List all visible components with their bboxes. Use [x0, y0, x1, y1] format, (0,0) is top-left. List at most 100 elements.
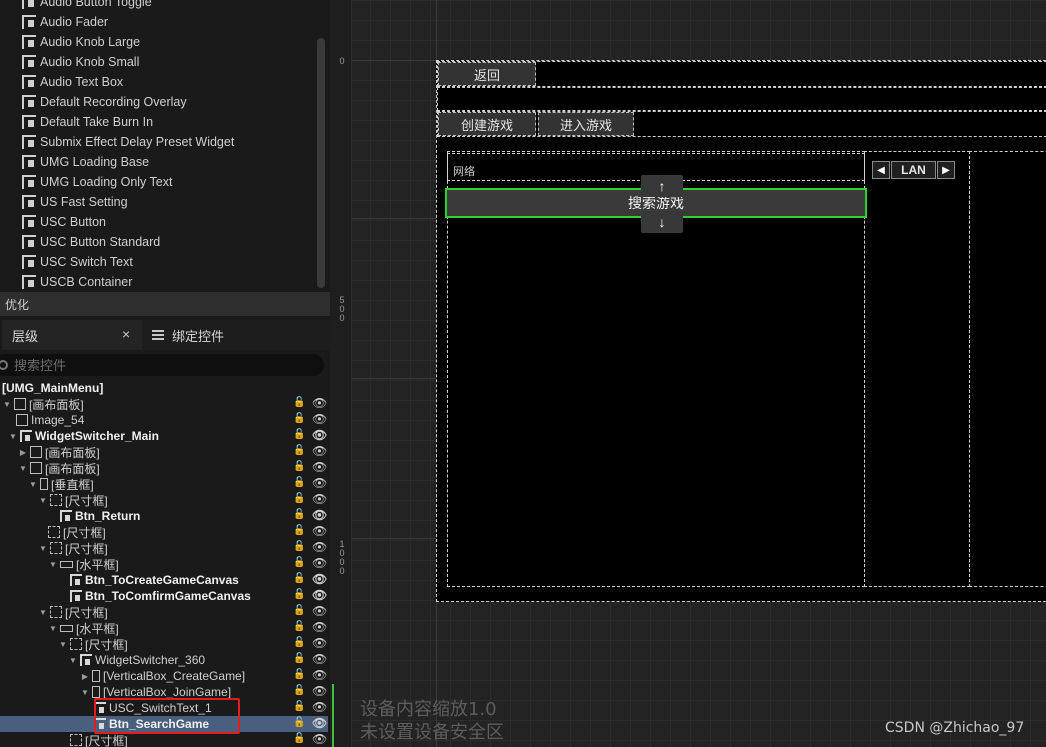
- eye-icon[interactable]: 👁: [312, 412, 327, 426]
- expand-down-icon[interactable]: ▼: [58, 640, 68, 649]
- tree-row[interactable]: Image_54 🔓 👁: [0, 412, 328, 428]
- palette-item[interactable]: UMG Loading Only Text: [22, 172, 172, 192]
- eye-icon[interactable]: 👁: [312, 700, 327, 714]
- palette-item[interactable]: Audio Knob Large: [22, 32, 140, 52]
- expand-down-icon[interactable]: ▼: [38, 544, 48, 553]
- expand-down-icon[interactable]: ▼: [18, 464, 28, 473]
- eye-icon[interactable]: 👁: [312, 508, 327, 522]
- nav-down-arrow-icon[interactable]: ↓: [641, 211, 683, 233]
- palette-item[interactable]: USC Switch Text: [22, 252, 133, 272]
- eye-icon[interactable]: 👁: [312, 460, 327, 474]
- tree-row[interactable]: [尺寸框] 🔓 👁: [0, 732, 328, 747]
- tree-row[interactable]: [UMG_MainMenu]: [0, 380, 328, 396]
- tree-row[interactable]: Btn_Return 🔓 👁: [0, 508, 328, 524]
- lock-icon[interactable]: 🔓: [293, 397, 305, 408]
- widget-root-canvas[interactable]: 返回 创建游戏 进入游戏 网络 ◀ LAN ▶ 搜索游戏 ↑ ↓: [436, 60, 1046, 602]
- palette-scrollbar[interactable]: [317, 38, 325, 288]
- eye-icon[interactable]: 👁: [312, 604, 327, 618]
- lock-icon[interactable]: 🔓: [293, 557, 305, 568]
- designer-canvas[interactable]: 0 5 0 0 1 0 0 0 返回 创建游戏 进入游戏 网络 ◀ LAN ▶ …: [330, 0, 1046, 747]
- lock-icon[interactable]: 🔓: [293, 605, 305, 616]
- expand-right-icon[interactable]: ▶: [18, 448, 28, 457]
- nav-up-arrow-icon[interactable]: ↑: [641, 175, 683, 197]
- lock-icon[interactable]: 🔓: [293, 589, 305, 600]
- lock-icon[interactable]: 🔓: [293, 429, 305, 440]
- lock-icon[interactable]: 🔓: [293, 653, 305, 664]
- tree-row[interactable]: ▼ [水平框] 🔓 👁: [0, 620, 328, 636]
- eye-icon[interactable]: 👁: [312, 684, 327, 698]
- lock-icon[interactable]: 🔓: [293, 717, 305, 728]
- expand-down-icon[interactable]: ▼: [80, 688, 90, 697]
- lock-icon[interactable]: 🔓: [293, 733, 305, 744]
- tree-row[interactable]: ▼ [尺寸框] 🔓 👁: [0, 636, 328, 652]
- tree-row[interactable]: ▼ [尺寸框] 🔓 👁: [0, 492, 328, 508]
- lock-icon[interactable]: 🔓: [293, 573, 305, 584]
- tree-row[interactable]: Btn_SearchGame 🔓 👁: [0, 716, 328, 732]
- palette-item[interactable]: Audio Knob Small: [22, 52, 139, 72]
- expand-down-icon[interactable]: ▼: [2, 400, 12, 409]
- palette-item[interactable]: Default Recording Overlay: [22, 92, 187, 112]
- lock-icon[interactable]: 🔓: [293, 445, 305, 456]
- expand-right-icon[interactable]: ▶: [80, 672, 90, 681]
- lock-icon[interactable]: 🔓: [293, 541, 305, 552]
- palette-item[interactable]: USC Button: [22, 212, 106, 232]
- lock-icon[interactable]: 🔓: [293, 685, 305, 696]
- eye-icon[interactable]: 👁: [312, 716, 327, 730]
- optimize-section-header[interactable]: 优化: [0, 292, 330, 316]
- join-game-button[interactable]: 进入游戏: [538, 112, 634, 136]
- eye-icon[interactable]: 👁: [312, 524, 327, 538]
- eye-icon[interactable]: 👁: [312, 588, 327, 602]
- palette-item[interactable]: Submix Effect Delay Preset Widget: [22, 132, 234, 152]
- eye-icon[interactable]: 👁: [312, 476, 327, 490]
- tree-row[interactable]: Btn_ToComfirmGameCanvas 🔓 👁: [0, 588, 328, 604]
- palette-item[interactable]: UMG Loading Base: [22, 152, 149, 172]
- eye-icon[interactable]: 👁: [312, 556, 327, 570]
- tree-row[interactable]: ▼ [垂直框] 🔓 👁: [0, 476, 328, 492]
- create-game-button[interactable]: 创建游戏: [438, 112, 536, 136]
- palette-item[interactable]: Audio Text Box: [22, 72, 123, 92]
- eye-icon[interactable]: 👁: [312, 396, 327, 410]
- tree-row[interactable]: [尺寸框] 🔓 👁: [0, 524, 328, 540]
- eye-icon[interactable]: 👁: [312, 732, 327, 746]
- arrow-right-icon[interactable]: ▶: [937, 161, 955, 179]
- eye-icon[interactable]: 👁: [312, 652, 327, 666]
- lock-icon[interactable]: 🔓: [293, 509, 305, 520]
- eye-icon[interactable]: 👁: [312, 540, 327, 554]
- close-icon[interactable]: ×: [122, 326, 130, 342]
- eye-icon[interactable]: 👁: [312, 428, 327, 442]
- expand-down-icon[interactable]: ▼: [38, 496, 48, 505]
- tree-row[interactable]: ▼ WidgetSwitcher_360 🔓 👁: [0, 652, 328, 668]
- lock-icon[interactable]: 🔓: [293, 637, 305, 648]
- tree-row[interactable]: ▼ [尺寸框] 🔓 👁: [0, 540, 328, 556]
- eye-icon[interactable]: 👁: [312, 492, 327, 506]
- palette-item[interactable]: Audio Fader: [22, 12, 108, 32]
- arrow-left-icon[interactable]: ◀: [872, 161, 890, 179]
- expand-down-icon[interactable]: ▼: [38, 608, 48, 617]
- tree-row[interactable]: ▼ [画布面板] 🔓 👁: [0, 460, 328, 476]
- tree-row[interactable]: ▼ [水平框] 🔓 👁: [0, 556, 328, 572]
- tree-row[interactable]: USC_SwitchText_1 🔓 👁: [0, 700, 328, 716]
- lock-icon[interactable]: 🔓: [293, 493, 305, 504]
- tree-row[interactable]: ▶ [画布面板] 🔓 👁: [0, 444, 328, 460]
- palette-item[interactable]: USCB Container: [22, 272, 132, 292]
- tree-row[interactable]: ▼ WidgetSwitcher_Main 🔓 👁: [0, 428, 328, 444]
- eye-icon[interactable]: 👁: [312, 572, 327, 586]
- tab-bindings[interactable]: 绑定控件: [146, 320, 276, 350]
- lock-icon[interactable]: 🔓: [293, 525, 305, 536]
- eye-icon[interactable]: 👁: [312, 636, 327, 650]
- tree-row[interactable]: ▼ [画布面板] 🔓 👁: [0, 396, 328, 412]
- expand-down-icon[interactable]: ▼: [8, 432, 18, 441]
- return-button[interactable]: 返回: [438, 62, 536, 86]
- eye-icon[interactable]: 👁: [312, 620, 327, 634]
- eye-icon[interactable]: 👁: [312, 668, 327, 682]
- expand-down-icon[interactable]: ▼: [48, 624, 58, 633]
- palette-item[interactable]: Default Take Burn In: [22, 112, 153, 132]
- tree-row[interactable]: ▶ [VerticalBox_CreateGame] 🔓 👁: [0, 668, 328, 684]
- lock-icon[interactable]: 🔓: [293, 669, 305, 680]
- lock-icon[interactable]: 🔓: [293, 477, 305, 488]
- palette-item[interactable]: US Fast Setting: [22, 192, 128, 212]
- lock-icon[interactable]: 🔓: [293, 413, 305, 424]
- lock-icon[interactable]: 🔓: [293, 461, 305, 472]
- tree-row[interactable]: ▼ [VerticalBox_JoinGame] 🔓 👁: [0, 684, 328, 700]
- expand-down-icon[interactable]: ▼: [28, 480, 38, 489]
